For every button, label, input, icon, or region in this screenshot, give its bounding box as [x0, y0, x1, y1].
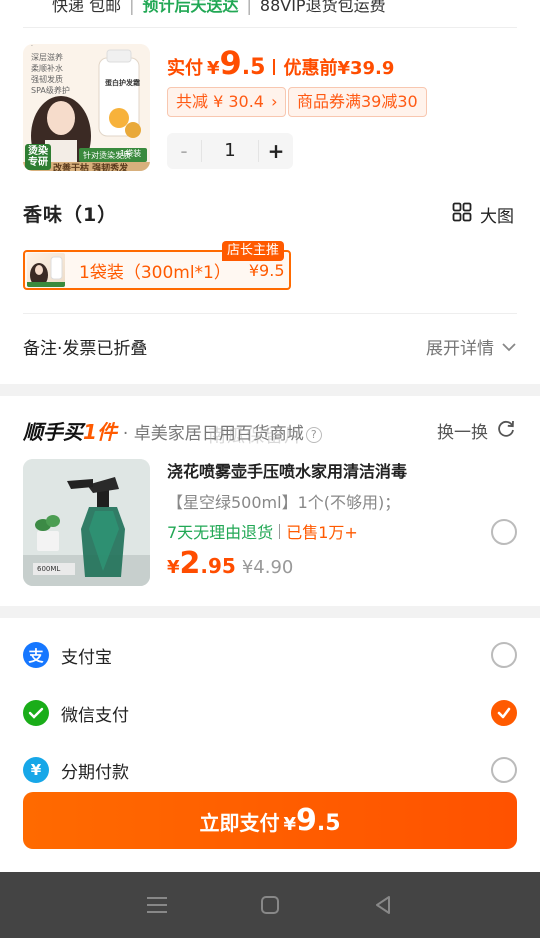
variant-name: 1袋装（300ml*1） [79, 262, 231, 283]
recommend-flags: 7天无理由退货 已售1万+ [167, 519, 358, 543]
product-thumb-line: 改善干枯 强韧秀发 [53, 164, 129, 171]
separator [273, 59, 276, 75]
home-icon[interactable] [250, 885, 290, 925]
pay-option-alipay[interactable]: 支 支付宝 [23, 639, 517, 671]
shipping-info: 快递 包邮 | 预计后天送达 | 88VIP退货包运费 [52, 0, 386, 16]
back-icon[interactable] [363, 885, 403, 925]
recommend-thumbnail[interactable]: 600ML [23, 459, 150, 586]
product-thumbnail[interactable]: · 深层滋养 柔顺补水 强韧发质 SPA级养护 蛋白护发霜 烫染 专研 针对烫染发… [23, 44, 150, 171]
return-policy: 7天无理由退货 [167, 523, 274, 542]
pay-label: 实付 [167, 58, 203, 79]
before-price: ¥39.9 [337, 58, 395, 79]
separator [279, 524, 281, 539]
chevron-down-icon [502, 337, 516, 357]
recommend-price: ¥2.95 ¥4.90 [167, 546, 293, 581]
pay-option-wechat[interactable]: 微信支付 [23, 697, 517, 729]
product-points: 深层滋养 柔顺补水 强韧发质 SPA级养护 [31, 53, 70, 95]
big-view-label: 大图 [480, 207, 514, 227]
wechat-pay-icon [23, 700, 49, 726]
recommend-logo: 顺手买1件 [23, 420, 117, 444]
notes-label: 备注·发票已折叠 [23, 339, 148, 359]
chevron-right-icon: › [271, 92, 278, 111]
pay-option-label: 微信支付 [61, 705, 129, 726]
recommend-badge: 店长主推 [222, 241, 285, 261]
separator: | [246, 0, 252, 15]
pay-now-button[interactable]: 立即支付 ¥9.5 [23, 792, 517, 849]
watermark: 南瓜保留片 [208, 426, 303, 447]
installment-icon: ¥ [23, 757, 49, 783]
swap-button[interactable]: 换一换 [437, 418, 516, 443]
installment-radio[interactable] [491, 757, 517, 783]
wechat-radio-checked[interactable] [491, 700, 517, 726]
price-integer: 9 [219, 44, 242, 82]
quantity-value[interactable]: 1 [201, 140, 259, 162]
pay-option-label: 分期付款 [61, 762, 129, 783]
menu-icon[interactable] [137, 885, 177, 925]
recommend-card: 顺手买1件 · 卓美家居日用百货商城? 南瓜保留片 换一换 600ML 浇花喷雾… [0, 396, 540, 606]
alipay-icon: 支 [23, 642, 49, 668]
pay-button-label: 立即支付 [199, 811, 280, 835]
recommend-spec[interactable]: 【星空绿500ml】1个(不够用)； [167, 489, 400, 513]
price-integer: 9 [295, 803, 317, 838]
product-bottle-name: 蛋白护发霜 [105, 79, 140, 87]
product-thumb-count: 1袋装 [120, 149, 142, 158]
currency-symbol: ¥ [167, 557, 180, 578]
order-item-card: 快递 包邮 | 预计后天送达 | 88VIP退货包运费 · 深层滋养 柔顺补水 强韧发质… [0, 0, 540, 384]
discount-tag[interactable]: 共减 ¥ 30.4 › [167, 87, 287, 117]
spec-title: 香味（1） [23, 204, 118, 226]
help-icon[interactable]: ? [305, 427, 322, 443]
price-decimal: .5 [241, 55, 266, 80]
original-price: ¥4.90 [241, 557, 294, 578]
divider [23, 313, 517, 314]
shipping-method: 快递 包邮 [52, 0, 122, 15]
separator: | [129, 0, 135, 15]
payment-card: 支 支付宝 微信支付 ¥ 分期付款 立即支付 ¥9.5 [0, 618, 540, 872]
vip-return-info: 88VIP退货包运费 [259, 0, 386, 15]
grid-icon [452, 202, 472, 227]
variant-price: ¥9.5 [248, 260, 285, 280]
decrease-button[interactable]: - [167, 139, 201, 163]
currency-symbol: ¥ [207, 58, 220, 79]
pay-option-installment[interactable]: ¥ 分期付款 [23, 754, 517, 786]
pay-option-label: 支付宝 [61, 647, 112, 668]
sold-count: 已售1万+ [286, 523, 358, 542]
recommend-select-radio[interactable] [491, 519, 517, 545]
coupon-tag: 商品券满39减30 [288, 87, 427, 117]
recommend-title[interactable]: 浇花喷雾壶手压喷水家用清洁消毒 [167, 458, 407, 482]
quantity-stepper: - 1 + [167, 133, 293, 169]
svg-text:·: · [31, 44, 33, 50]
shipping-eta: 预计后天送达 [142, 0, 239, 15]
expand-details-button[interactable]: 展开详情 [426, 334, 516, 359]
before-label: 优惠前 [283, 58, 338, 79]
variant-thumbnail [27, 253, 65, 287]
product-price-row: 实付 ¥9.5 优惠前¥39.9 [167, 44, 394, 82]
alipay-radio[interactable] [491, 642, 517, 668]
currency-symbol: ¥ [283, 814, 296, 835]
price-decimal: .95 [200, 554, 236, 578]
recommend-thumb-label: 600ML [37, 565, 61, 573]
big-view-toggle[interactable]: 大图 [452, 202, 514, 227]
increase-button[interactable]: + [259, 139, 293, 163]
divider [23, 27, 517, 28]
price-integer: 2 [179, 546, 201, 581]
refresh-icon [496, 418, 516, 443]
system-nav-bar [0, 872, 540, 938]
check-icon [497, 707, 511, 719]
price-decimal: .5 [316, 811, 341, 836]
product-thumb-tag: 烫染 专研 [28, 146, 48, 168]
